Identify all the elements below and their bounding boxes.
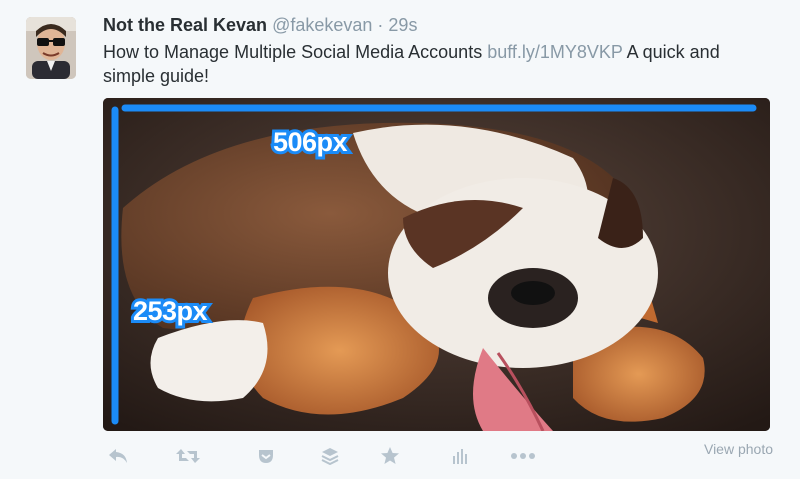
buffer-icon[interactable] [315, 441, 345, 471]
separator-dot: · [377, 15, 384, 35]
tweet-header: Not the Real Kevan @fakekevan · 29s [103, 14, 417, 36]
tweet-text: How to Manage Multiple Social Media Acco… [103, 40, 773, 88]
tweet-text-start: How to Manage Multiple Social Media Acco… [103, 42, 488, 62]
author-handle[interactable]: @fakekevan [272, 15, 372, 35]
analytics-icon[interactable] [445, 441, 475, 471]
timestamp[interactable]: 29s [388, 15, 417, 35]
height-measure-label: 253px [133, 296, 208, 326]
pocket-icon[interactable] [251, 441, 281, 471]
tweet-actions: View photo [103, 441, 773, 471]
reply-icon[interactable] [103, 441, 133, 471]
more-icon[interactable] [508, 441, 538, 471]
favorite-icon[interactable] [375, 441, 405, 471]
retweet-icon[interactable] [173, 441, 203, 471]
avatar-image [26, 17, 76, 79]
width-measure-label: 506px [273, 127, 348, 157]
avatar[interactable] [26, 17, 76, 79]
tweet-photo[interactable]: 506px 253px [103, 98, 770, 431]
photo-bulldog-and-cat: 506px 253px [103, 98, 770, 431]
view-photo-link[interactable]: View photo [704, 441, 773, 457]
tweet-link[interactable]: buff.ly/1MY8VKP [487, 42, 622, 62]
author-name[interactable]: Not the Real Kevan [103, 15, 267, 35]
tweet-card: Not the Real Kevan @fakekevan · 29s How … [0, 0, 800, 479]
